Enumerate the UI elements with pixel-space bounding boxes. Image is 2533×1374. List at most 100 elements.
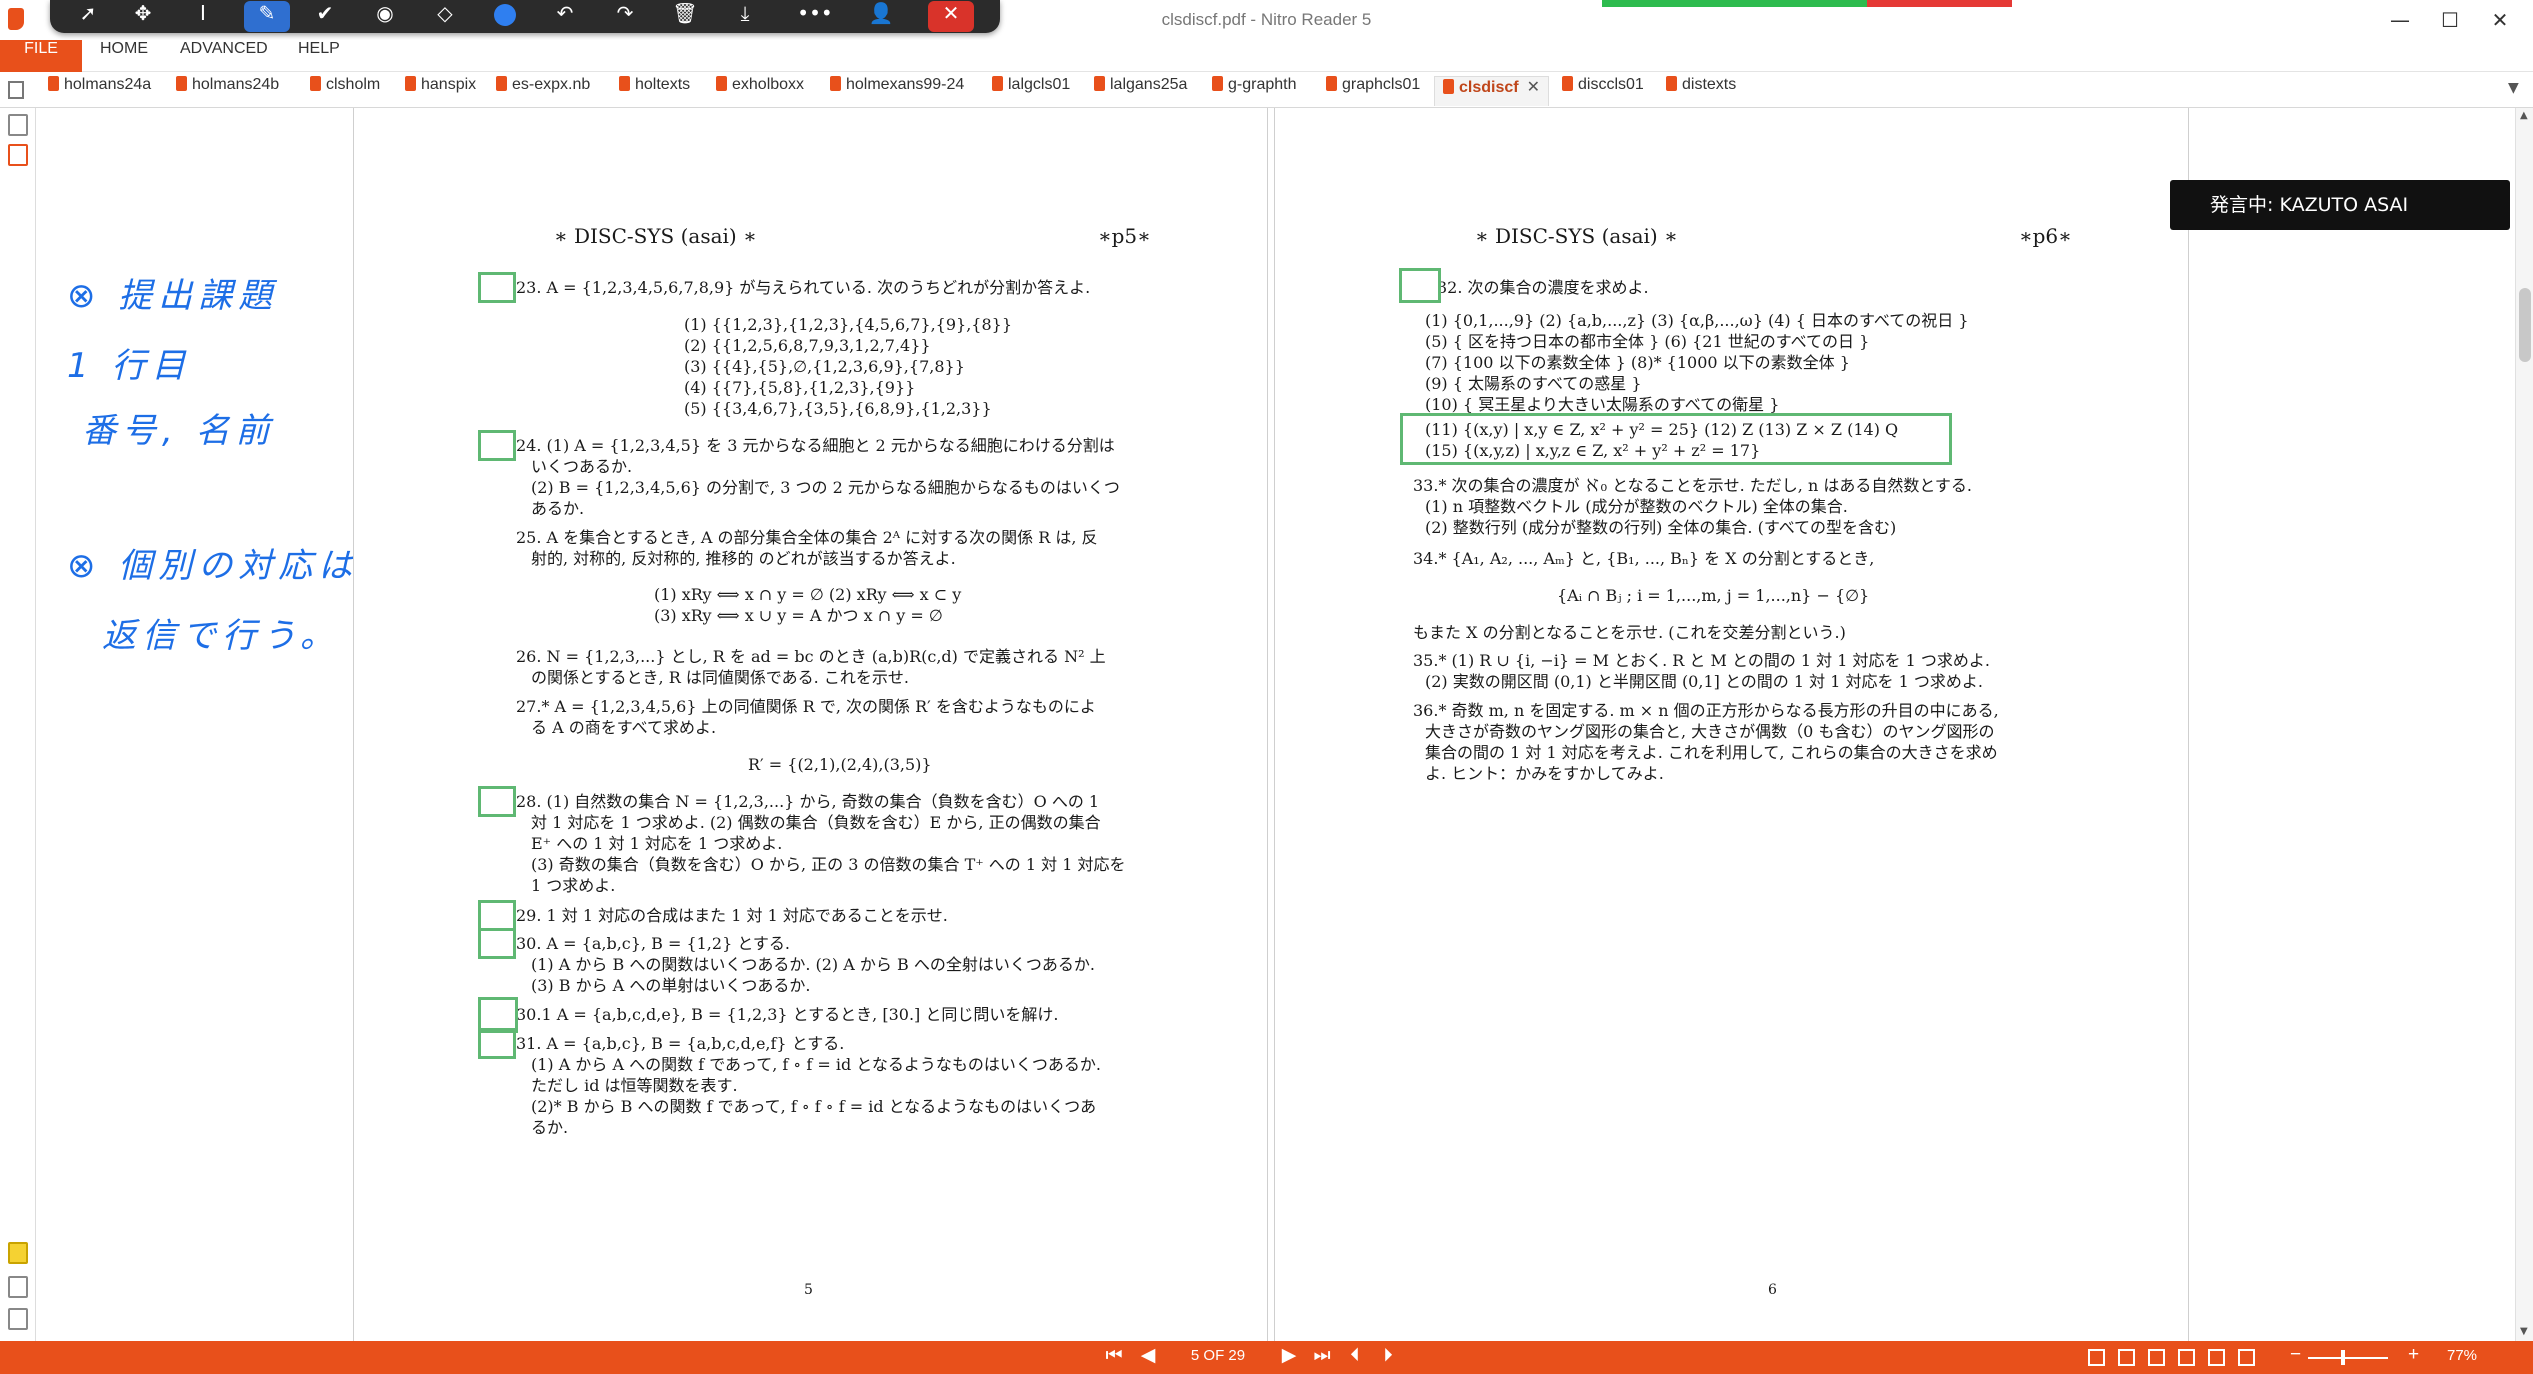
scrollbar-thumb[interactable] <box>2519 288 2531 362</box>
scroll-down-icon[interactable]: ▼ <box>2520 1326 2528 1337</box>
page-header-left: ∗ DISC-SYS (asai) ∗ <box>554 224 757 248</box>
tab-lalgans25a[interactable]: lalgans25a <box>1094 76 1187 106</box>
text-line: (1) {0,1,...,9} (2) {a,b,...,z} (3) {α,β… <box>1425 311 1969 330</box>
file-menu[interactable]: FILE <box>0 40 82 72</box>
text-line: 1 つ求めよ. <box>531 876 616 895</box>
text-line: 35.* (1) R ∪ {i, −i} = M とおく. R と M との間の… <box>1413 651 1990 670</box>
text-line: いくつあるか. <box>531 457 633 476</box>
text-line: 対 1 対応を 1 つ求めよ. (2) 偶数の集合（負数を含む）E から, 正の… <box>531 813 1101 832</box>
tab-es-expx-nb[interactable]: es-expx.nb <box>496 76 590 106</box>
output-icon[interactable] <box>8 1308 28 1330</box>
color-dot-icon[interactable] <box>482 1 528 32</box>
close-window-button[interactable]: ✕ <box>2475 4 2525 36</box>
tab-holtexts[interactable]: holtexts <box>619 76 690 106</box>
tab-overflow-chevron-icon[interactable]: ▼ <box>2508 80 2519 96</box>
more-icon[interactable]: ••• <box>792 1 838 32</box>
zoom-slider-handle[interactable] <box>2341 1350 2345 1365</box>
back-view-icon[interactable]: ⏴ <box>1341 1344 1369 1371</box>
home-menu[interactable]: HOME <box>100 40 148 72</box>
zoom-level[interactable]: 77% <box>2447 1347 2477 1364</box>
page-indicator[interactable]: 5 OF 29 <box>1178 1347 1258 1369</box>
text-line: (9) { 太陽系のすべての惑星 } <box>1425 374 1642 393</box>
tab-g-graphth[interactable]: g-graphth <box>1212 76 1297 106</box>
text-line: (2) B = {1,2,3,4,5,6} の分割で, 3 つの 2 元からなる… <box>531 478 1120 497</box>
forward-view-icon[interactable]: ⏵ <box>1374 1344 1402 1371</box>
facing-continuous-view-icon[interactable] <box>2178 1349 2195 1366</box>
tab-list-icon[interactable] <box>8 81 24 99</box>
text-line: 25. A を集合とするとき, A の部分集合全体の集合 2ᴬ に対する次の関係… <box>516 528 1098 547</box>
single-page-view-icon[interactable] <box>2088 1349 2105 1366</box>
text-line: 集合の間の 1 対 1 対応を考えよ. これを利用して, これらの集合の大きさを… <box>1425 743 1998 762</box>
text-cursor-icon[interactable]: I <box>180 1 226 32</box>
tab-holmexans99-24[interactable]: holmexans99-24 <box>830 76 964 106</box>
tab-holmans24b[interactable]: holmans24b <box>176 76 279 106</box>
text-line: E⁺ への 1 対 1 対応を 1 つ求めよ. <box>531 834 783 853</box>
next-page-icon[interactable]: ▶ <box>1275 1344 1303 1371</box>
text-line: (2) {{1,2,5,6,8,7,9,3,1,2,7,4}} <box>684 336 931 355</box>
pdf-file-icon <box>1094 76 1105 91</box>
text-line: よ. ヒント：かみをすかしてみよ. <box>1425 764 1664 783</box>
text-line: (1) n 項整数ベクトル (成分が整数のベクトル) 全体の集合. <box>1425 497 1848 516</box>
pdf-file-icon <box>1212 76 1223 91</box>
pdf-file-icon <box>619 76 630 91</box>
text-line: (10) { 冥王星より大きい太陽系のすべての衛星 } <box>1425 395 1780 414</box>
download-icon[interactable]: ⤓ <box>722 1 768 32</box>
tab-close-icon[interactable]: ✕ <box>1527 79 1540 96</box>
highlight-box-24 <box>478 430 516 461</box>
facing-view-icon[interactable] <box>2148 1349 2165 1366</box>
pdf-file-icon <box>405 76 416 91</box>
pages-icon[interactable] <box>8 114 28 136</box>
text-line: (5) {{3,4,6,7},{3,5},{6,8,9},{1,2,3}} <box>684 399 992 418</box>
fit-width-icon[interactable] <box>2208 1349 2225 1366</box>
first-page-icon[interactable]: ⏮ <box>1100 1344 1128 1371</box>
tab-graphcls01[interactable]: graphcls01 <box>1326 76 1420 106</box>
eraser-icon[interactable]: ◇ <box>422 1 468 32</box>
tab-clsholm[interactable]: clsholm <box>310 76 380 106</box>
zoom-slider-track[interactable] <box>2308 1357 2388 1359</box>
move-icon[interactable]: ✥ <box>120 1 166 32</box>
text-line: 大きさが奇数のヤング図形の集合と, 大きさが偶数（0 も含む）のヤング図形の <box>1425 722 1995 741</box>
tab-lalgcls01[interactable]: lalgcls01 <box>992 76 1070 106</box>
tab-clsdiscf[interactable]: clsdiscf ✕ <box>1434 76 1549 106</box>
bookmarks-icon[interactable] <box>8 144 28 166</box>
undo-icon[interactable]: ↶ <box>542 1 588 32</box>
document-viewer[interactable]: ⊗ 提出課題 1 行目 番号, 名前 ⊗ 個別の対応は 返信で行う。 ∗ DIS… <box>37 108 2515 1341</box>
continuous-view-icon[interactable] <box>2118 1349 2135 1366</box>
pdf-file-icon <box>1326 76 1337 91</box>
text-line: (3) B から A への単射はいくつあるか. <box>531 976 811 995</box>
minimize-button[interactable]: — <box>2375 4 2425 36</box>
text-line: 24. (1) A = {1,2,3,4,5} を 3 元からなる細胞と 2 元… <box>516 436 1115 455</box>
comments-icon[interactable] <box>8 1242 28 1264</box>
last-page-icon[interactable]: ⏭ <box>1308 1344 1336 1371</box>
text-line: R′ = {(2,1),(2,4),(3,5)} <box>748 755 932 774</box>
maximize-button[interactable]: ☐ <box>2425 4 2475 36</box>
help-menu[interactable]: HELP <box>298 40 340 72</box>
close-icon[interactable]: ✕ <box>928 1 974 32</box>
zoom-in-button[interactable]: + <box>2408 1344 2419 1366</box>
document-tab-bar: holmans24a holmans24b clsholm hanspix es… <box>0 72 2533 108</box>
tab-exholboxx[interactable]: exholboxx <box>716 76 804 106</box>
tab-distexts[interactable]: distexts <box>1666 76 1736 106</box>
text-line: (1) xRy ⟺ x ∩ y = ∅ (2) xRy ⟺ x ⊂ y <box>654 585 962 604</box>
share-user-icon[interactable]: 👤 <box>858 1 904 32</box>
tab-holmans24a[interactable]: holmans24a <box>48 76 151 106</box>
tab-hanspix[interactable]: hanspix <box>405 76 476 106</box>
scroll-up-icon[interactable]: ▲ <box>2520 110 2528 121</box>
check-icon[interactable]: ✔ <box>302 1 348 32</box>
prev-page-icon[interactable]: ◀ <box>1134 1344 1162 1371</box>
highlighter-icon[interactable]: ◉ <box>362 1 408 32</box>
trash-icon[interactable]: 🗑 <box>662 1 708 32</box>
redo-icon[interactable]: ↷ <box>602 1 648 32</box>
left-side-panel <box>0 108 36 1341</box>
select-icon[interactable]: ➚ <box>65 1 111 32</box>
zoom-out-button[interactable]: − <box>2290 1344 2301 1366</box>
text-line: 26. N = {1,2,3,...} とし, R を ad = bc のとき … <box>516 647 1106 666</box>
vertical-scrollbar[interactable]: ▲ ▼ <box>2515 108 2533 1341</box>
advanced-menu[interactable]: ADVANCED <box>180 40 268 72</box>
pen-icon[interactable]: ✎ <box>244 1 290 32</box>
attachments-icon[interactable] <box>8 1276 28 1298</box>
highlight-box-32 <box>1399 268 1441 303</box>
tab-disccls01[interactable]: disccls01 <box>1562 76 1644 106</box>
fit-page-icon[interactable] <box>2238 1349 2255 1366</box>
pdf-file-icon <box>1666 76 1677 91</box>
